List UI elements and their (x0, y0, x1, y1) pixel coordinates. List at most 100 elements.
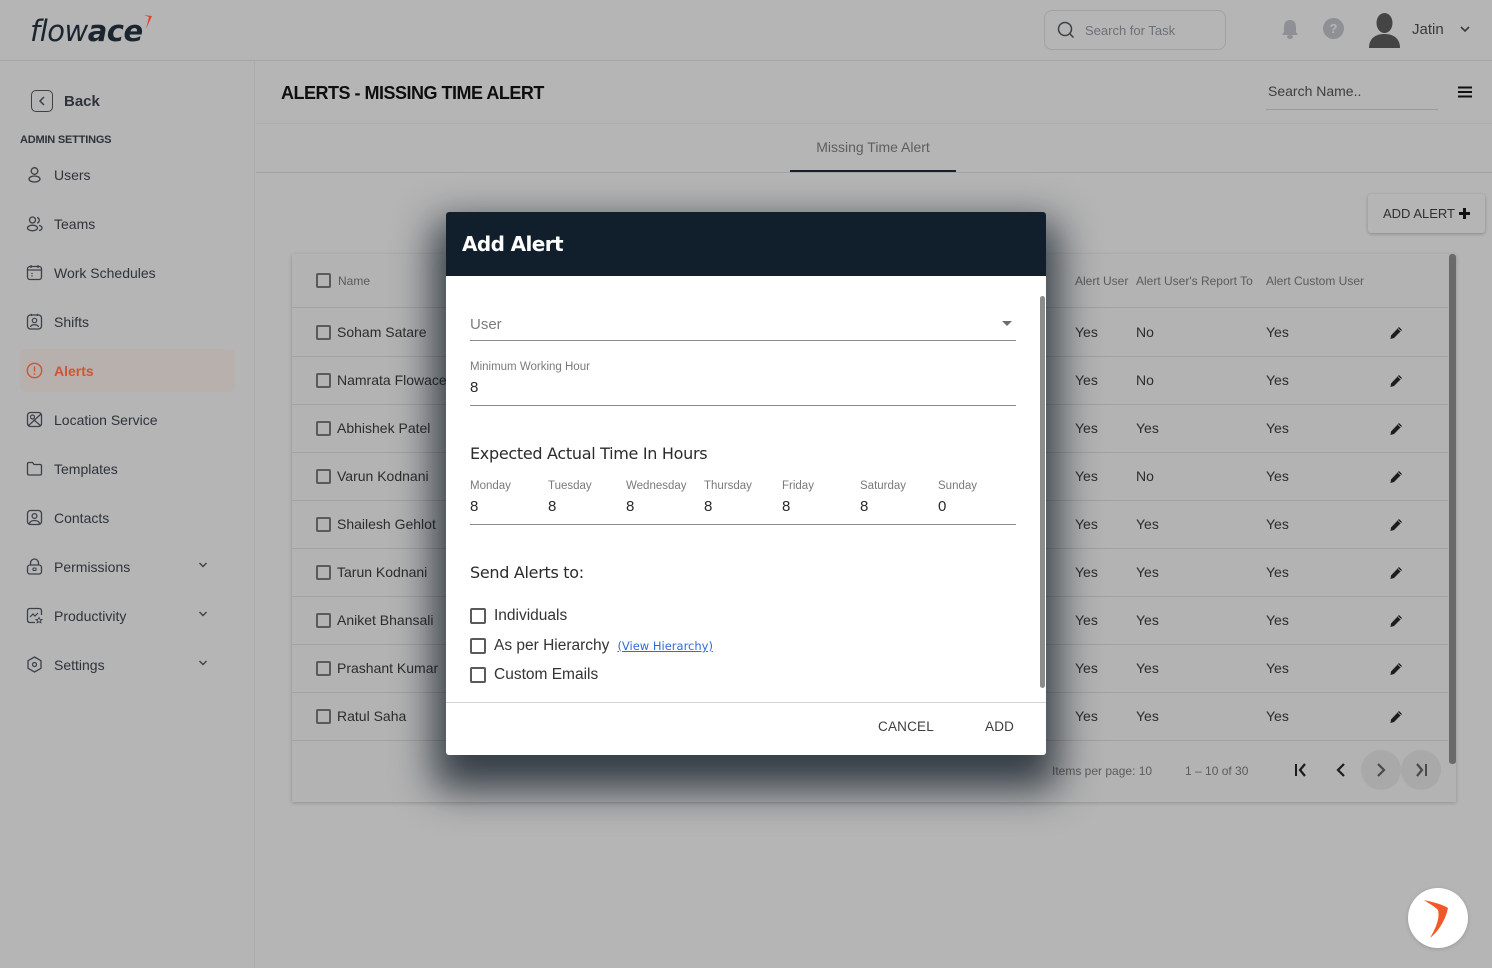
cell-custom-user: Yes (1266, 612, 1289, 628)
previous-page-button[interactable] (1321, 750, 1361, 790)
chevron-down-icon[interactable] (198, 659, 208, 667)
minimum-working-hour-label: Minimum Working Hour (470, 361, 590, 373)
cell-custom-user: Yes (1266, 708, 1289, 724)
column-header-alert-user[interactable]: Alert User (1075, 274, 1128, 288)
tab-missing-time-alert[interactable]: Missing Time Alert (790, 124, 956, 172)
row-checkbox[interactable] (316, 517, 331, 532)
cell-alert-user: Yes (1075, 420, 1098, 436)
column-header-name[interactable]: Name (338, 274, 370, 288)
daily-hours-row: Monday Tuesday Wednesday Thursday Friday… (470, 478, 1016, 525)
main-header: ALERTS - MISSING TIME ALERT (256, 61, 1492, 124)
select-all-checkbox[interactable] (316, 273, 331, 288)
checkbox-box[interactable] (470, 608, 486, 624)
hierarchy-checkbox[interactable]: As per Hierarchy (View Hierarchy) (470, 637, 713, 655)
team-icon (26, 215, 43, 232)
sidebar-item-teams[interactable]: Teams (20, 202, 235, 245)
day-input-thursday[interactable] (704, 498, 774, 515)
row-checkbox[interactable] (316, 661, 331, 676)
cell-report-to: Yes (1136, 660, 1159, 676)
sidebar-item-templates[interactable]: Templates (20, 447, 235, 490)
row-checkbox[interactable] (316, 373, 331, 388)
sidebar-item-permissions[interactable]: Permissions (20, 545, 235, 588)
user-avatar-icon[interactable] (1368, 12, 1401, 48)
edit-pencil-icon[interactable] (1389, 326, 1403, 340)
minimum-working-hour-input[interactable] (470, 379, 1010, 396)
task-search-box[interactable] (1044, 10, 1226, 50)
name-search-field[interactable] (1266, 75, 1438, 110)
add-alert-button[interactable]: ADD ALERT (1368, 194, 1485, 233)
day-input-monday[interactable] (470, 498, 540, 515)
day-input-friday[interactable] (782, 498, 852, 515)
cancel-button[interactable]: CANCEL (878, 719, 934, 734)
cell-alert-user: Yes (1075, 660, 1098, 676)
day-input-saturday[interactable] (860, 498, 930, 515)
checkbox-box[interactable] (470, 638, 486, 654)
cell-name: Namrata Flowace (337, 372, 447, 388)
sidebar-item-productivity[interactable]: Productivity (20, 594, 235, 637)
custom-emails-checkbox[interactable]: Custom Emails (470, 666, 598, 684)
hamburger-menu-icon[interactable] (1458, 85, 1472, 99)
chevron-down-icon[interactable] (198, 610, 208, 618)
row-checkbox[interactable] (316, 613, 331, 628)
sidebar-item-contacts[interactable]: Contacts (20, 496, 235, 539)
sidebar-item-label: Contacts (54, 509, 110, 526)
lock-icon (26, 558, 43, 575)
sidebar-item-users[interactable]: Users (20, 153, 235, 196)
day-label: Friday (782, 480, 814, 492)
day-label: Thursday (704, 480, 752, 492)
edit-pencil-icon[interactable] (1389, 374, 1403, 388)
cell-custom-user: Yes (1266, 564, 1289, 580)
first-page-button[interactable] (1281, 750, 1321, 790)
chevron-down-icon[interactable] (1459, 24, 1471, 34)
day-input-sunday[interactable] (938, 498, 1008, 515)
sidebar-item-settings[interactable]: Settings (20, 643, 235, 686)
items-per-page[interactable]: Items per page: 10 (1052, 764, 1152, 778)
task-search-input[interactable] (1085, 22, 1215, 38)
day-field-friday: Friday (782, 478, 856, 516)
edit-pencil-icon[interactable] (1389, 662, 1403, 676)
edit-pencil-icon[interactable] (1389, 422, 1403, 436)
row-checkbox[interactable] (316, 421, 331, 436)
user-select[interactable]: User (470, 308, 1016, 341)
sidebar-item-location-service[interactable]: Location Service (20, 398, 235, 441)
tab-bar: Missing Time Alert (256, 124, 1492, 173)
column-header-report-to[interactable]: Alert User's Report To (1136, 274, 1253, 288)
edit-pencil-icon[interactable] (1389, 614, 1403, 628)
back-button[interactable]: Back (31, 90, 100, 112)
flowace-logo[interactable]: flowace (30, 12, 152, 49)
table-scrollbar[interactable] (1449, 254, 1456, 764)
day-input-wednesday[interactable] (626, 498, 696, 515)
chat-support-button[interactable] (1408, 888, 1468, 948)
sidebar-item-work-schedules[interactable]: Work Schedules (20, 251, 235, 294)
view-hierarchy-link[interactable]: (View Hierarchy) (617, 639, 713, 653)
chevron-left-icon (1336, 763, 1345, 777)
edit-pencil-icon[interactable] (1389, 518, 1403, 532)
edit-pencil-icon[interactable] (1389, 566, 1403, 580)
row-checkbox[interactable] (316, 709, 331, 724)
chevron-right-icon (1377, 763, 1386, 777)
chevron-down-icon[interactable] (198, 561, 208, 569)
checkbox-box[interactable] (470, 667, 486, 683)
last-page-icon (1416, 763, 1427, 777)
dialog-scrollbar[interactable] (1040, 296, 1045, 688)
last-page-button[interactable] (1401, 750, 1441, 790)
cell-custom-user: Yes (1266, 516, 1289, 532)
edit-pencil-icon[interactable] (1389, 710, 1403, 724)
sidebar-item-shifts[interactable]: Shifts (20, 300, 235, 343)
edit-pencil-icon[interactable] (1389, 470, 1403, 484)
row-checkbox[interactable] (316, 565, 331, 580)
notification-bell-icon[interactable] (1280, 18, 1300, 40)
name-search-input[interactable] (1266, 75, 1436, 107)
day-input-tuesday[interactable] (548, 498, 618, 515)
individuals-checkbox[interactable]: Individuals (470, 607, 567, 625)
day-label: Monday (470, 480, 511, 492)
sidebar-item-alerts[interactable]: Alerts (20, 349, 235, 392)
user-name[interactable]: Jatin (1412, 21, 1444, 38)
add-button[interactable]: ADD (985, 719, 1014, 734)
row-checkbox[interactable] (316, 469, 331, 484)
help-icon[interactable]: ? (1323, 18, 1344, 39)
flowace-chat-icon (1424, 900, 1448, 938)
next-page-button[interactable] (1361, 750, 1401, 790)
column-header-custom-user[interactable]: Alert Custom User (1266, 274, 1364, 288)
row-checkbox[interactable] (316, 325, 331, 340)
